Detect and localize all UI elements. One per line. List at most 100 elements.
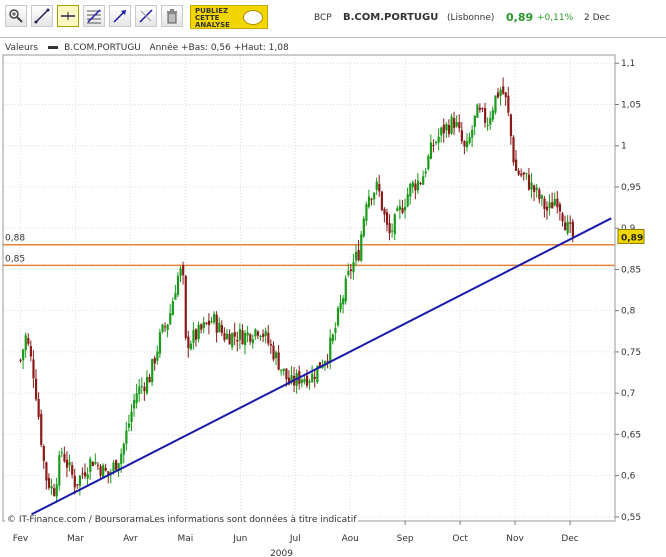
- candle-body: [207, 320, 211, 326]
- candle-body: [280, 369, 283, 372]
- candle-body: [55, 484, 58, 497]
- candle-body: [416, 180, 420, 191]
- candle-body: [189, 343, 193, 350]
- candle-body: [60, 452, 63, 454]
- candle-body: [197, 324, 200, 340]
- candle-body: [494, 95, 497, 113]
- candle-body: [424, 171, 427, 174]
- candle-body: [300, 379, 303, 383]
- candle-body: [53, 488, 56, 496]
- candle-body: [91, 461, 94, 466]
- candle-body: [285, 368, 288, 380]
- candle-body: [347, 270, 350, 276]
- candle-body: [122, 443, 125, 455]
- candle-body: [225, 333, 229, 340]
- candle-body: [78, 475, 82, 486]
- candle-body: [473, 115, 476, 127]
- candle-body: [311, 373, 314, 383]
- candle-body: [484, 108, 487, 123]
- candle-body: [148, 376, 151, 383]
- y-tick-label: 1,1: [621, 59, 635, 69]
- candle-body: [164, 326, 167, 328]
- candle-body: [202, 322, 205, 328]
- candle-body: [251, 339, 254, 344]
- candle-body: [414, 183, 417, 191]
- candle-body: [367, 196, 371, 207]
- y-tick-label: 0,85: [621, 265, 641, 275]
- candle-body: [112, 462, 115, 472]
- candle-body: [94, 461, 97, 464]
- candle-body: [535, 187, 538, 190]
- x-tick-label: Avr: [123, 534, 138, 544]
- last-price-label: 0,89: [621, 233, 643, 243]
- candle-body: [334, 328, 337, 333]
- y-tick-label: 1: [621, 142, 627, 152]
- candle-body: [491, 110, 494, 120]
- candle-body: [156, 351, 159, 361]
- candle-body: [517, 170, 520, 175]
- trendline-group: [31, 217, 612, 516]
- candle-body: [339, 302, 342, 310]
- candle-body: [375, 181, 378, 190]
- candles: [19, 77, 574, 503]
- candle-body: [262, 333, 265, 337]
- candle-body: [22, 349, 25, 361]
- candle-body: [220, 325, 223, 334]
- candle-body: [32, 359, 35, 379]
- candle-body: [151, 359, 154, 383]
- x-tick-label: Jul: [289, 534, 301, 544]
- candle-body: [370, 198, 373, 200]
- candle-body: [184, 275, 187, 338]
- candle-body: [40, 413, 43, 445]
- candle-body: [349, 269, 353, 272]
- candle-body: [282, 368, 285, 371]
- candle-body: [244, 333, 247, 346]
- candle-body: [411, 182, 414, 188]
- candle-body: [47, 477, 51, 488]
- x-tick-label: Nov: [506, 534, 524, 544]
- candle-body: [354, 251, 358, 261]
- candle-body: [360, 234, 363, 261]
- copyright-notice: © IT-Finance.com / BoursoramaLes informa…: [5, 515, 359, 525]
- candle-body: [228, 333, 231, 345]
- candle-body: [37, 398, 40, 418]
- y-tick-label: 0,8: [621, 307, 636, 317]
- candle-body: [166, 324, 169, 331]
- candle-body: [27, 338, 30, 344]
- candle-body: [259, 335, 262, 337]
- candle-body: [504, 92, 507, 98]
- candle-body: [76, 484, 79, 486]
- candle-body: [24, 335, 27, 351]
- candle-body: [455, 122, 458, 127]
- candle-body: [365, 204, 368, 221]
- x-tick-label: Aou: [342, 534, 359, 544]
- candle-body: [45, 462, 48, 481]
- candle-body: [520, 173, 523, 176]
- candle-body: [130, 411, 133, 423]
- candle-body: [522, 172, 525, 175]
- candle-body: [249, 334, 252, 342]
- candle-body: [378, 183, 381, 192]
- candle-body: [404, 206, 407, 211]
- candle-body: [419, 183, 422, 185]
- candle-body: [231, 333, 234, 348]
- x-tick-label: Mai: [177, 534, 193, 544]
- candle-body: [440, 127, 443, 136]
- candle-body: [127, 423, 131, 428]
- candle-body: [527, 174, 531, 190]
- chart-grid: [3, 55, 615, 521]
- candle-body: [125, 430, 128, 444]
- candle-body: [267, 332, 270, 344]
- candle-body: [96, 464, 100, 466]
- candle-body: [161, 324, 164, 332]
- x-tick-label: Jun: [232, 534, 247, 544]
- candle-body: [385, 212, 389, 225]
- candle-body: [272, 345, 275, 360]
- candle-body: [383, 209, 386, 215]
- candle-body: [58, 455, 61, 486]
- candle-body: [514, 159, 518, 171]
- candle-body: [442, 124, 445, 134]
- candle-body: [478, 107, 482, 110]
- candle-body: [453, 118, 456, 128]
- candle-body: [305, 375, 309, 386]
